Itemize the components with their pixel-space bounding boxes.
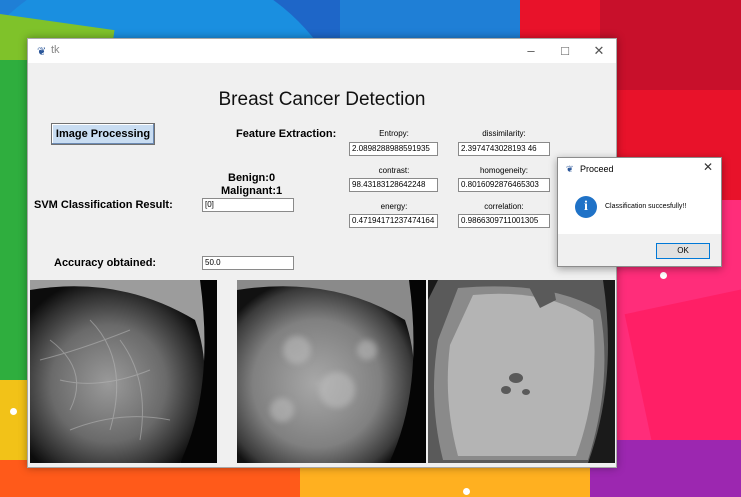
accuracy-field[interactable]: 50.0: [202, 256, 294, 270]
dialog-close-button[interactable]: ✕: [700, 160, 716, 174]
correlation-label: correlation:: [484, 202, 524, 211]
maximize-button[interactable]: □: [548, 39, 582, 63]
proceed-dialog: ❦ Proceed ✕ i Classification succesfully…: [557, 157, 722, 267]
main-window: ❦ tk – □ ✕ Breast Cancer Detection Image…: [27, 38, 617, 468]
correlation-field[interactable]: 0.9866309711001305: [458, 214, 550, 228]
homogeneity-field[interactable]: 0.8016092876465303: [458, 178, 550, 192]
entropy-field[interactable]: 2.0898288988591935: [349, 142, 438, 156]
energy-label: energy:: [380, 202, 408, 211]
malignant-label: Malignant:1: [221, 185, 283, 197]
original-mammogram-image: [30, 280, 217, 463]
svm-classification-label: SVM Classification Result:: [34, 199, 173, 211]
info-icon: i: [575, 196, 597, 218]
title-bar[interactable]: ❦ tk – □ ✕: [28, 39, 616, 63]
dissimilarity-field[interactable]: 2.3974743028193 46: [458, 142, 550, 156]
entropy-label: Entropy:: [379, 129, 409, 138]
image-processing-button[interactable]: Image Processing: [51, 123, 155, 145]
contrast-label: contrast:: [378, 166, 410, 175]
minimize-button[interactable]: –: [514, 39, 548, 63]
contrast-field[interactable]: 98.43183128642248: [349, 178, 438, 192]
energy-field[interactable]: 0.47194171237474164: [349, 214, 438, 228]
segmented-mammogram-image: [428, 280, 615, 463]
accuracy-label: Accuracy obtained:: [54, 257, 157, 269]
tk-feather-icon: ❦: [37, 46, 47, 58]
dissimilarity-label: dissimilarity:: [482, 129, 526, 138]
svm-result-field[interactable]: [0]: [202, 198, 294, 212]
page-title: Breast Cancer Detection: [218, 89, 426, 110]
homogeneity-label: homogeneity:: [479, 166, 529, 175]
benign-label: Benign:0: [228, 172, 276, 184]
dialog-message: Classification succesfully!!: [605, 203, 687, 210]
enhanced-mammogram-image: [237, 280, 426, 463]
close-button[interactable]: ✕: [582, 39, 616, 63]
tk-feather-icon: ❦: [566, 164, 574, 174]
window-title: tk: [51, 44, 60, 56]
feature-extraction-label: Feature Extraction:: [236, 128, 337, 140]
ok-button[interactable]: OK: [656, 243, 710, 259]
dialog-title: Proceed: [580, 164, 614, 174]
